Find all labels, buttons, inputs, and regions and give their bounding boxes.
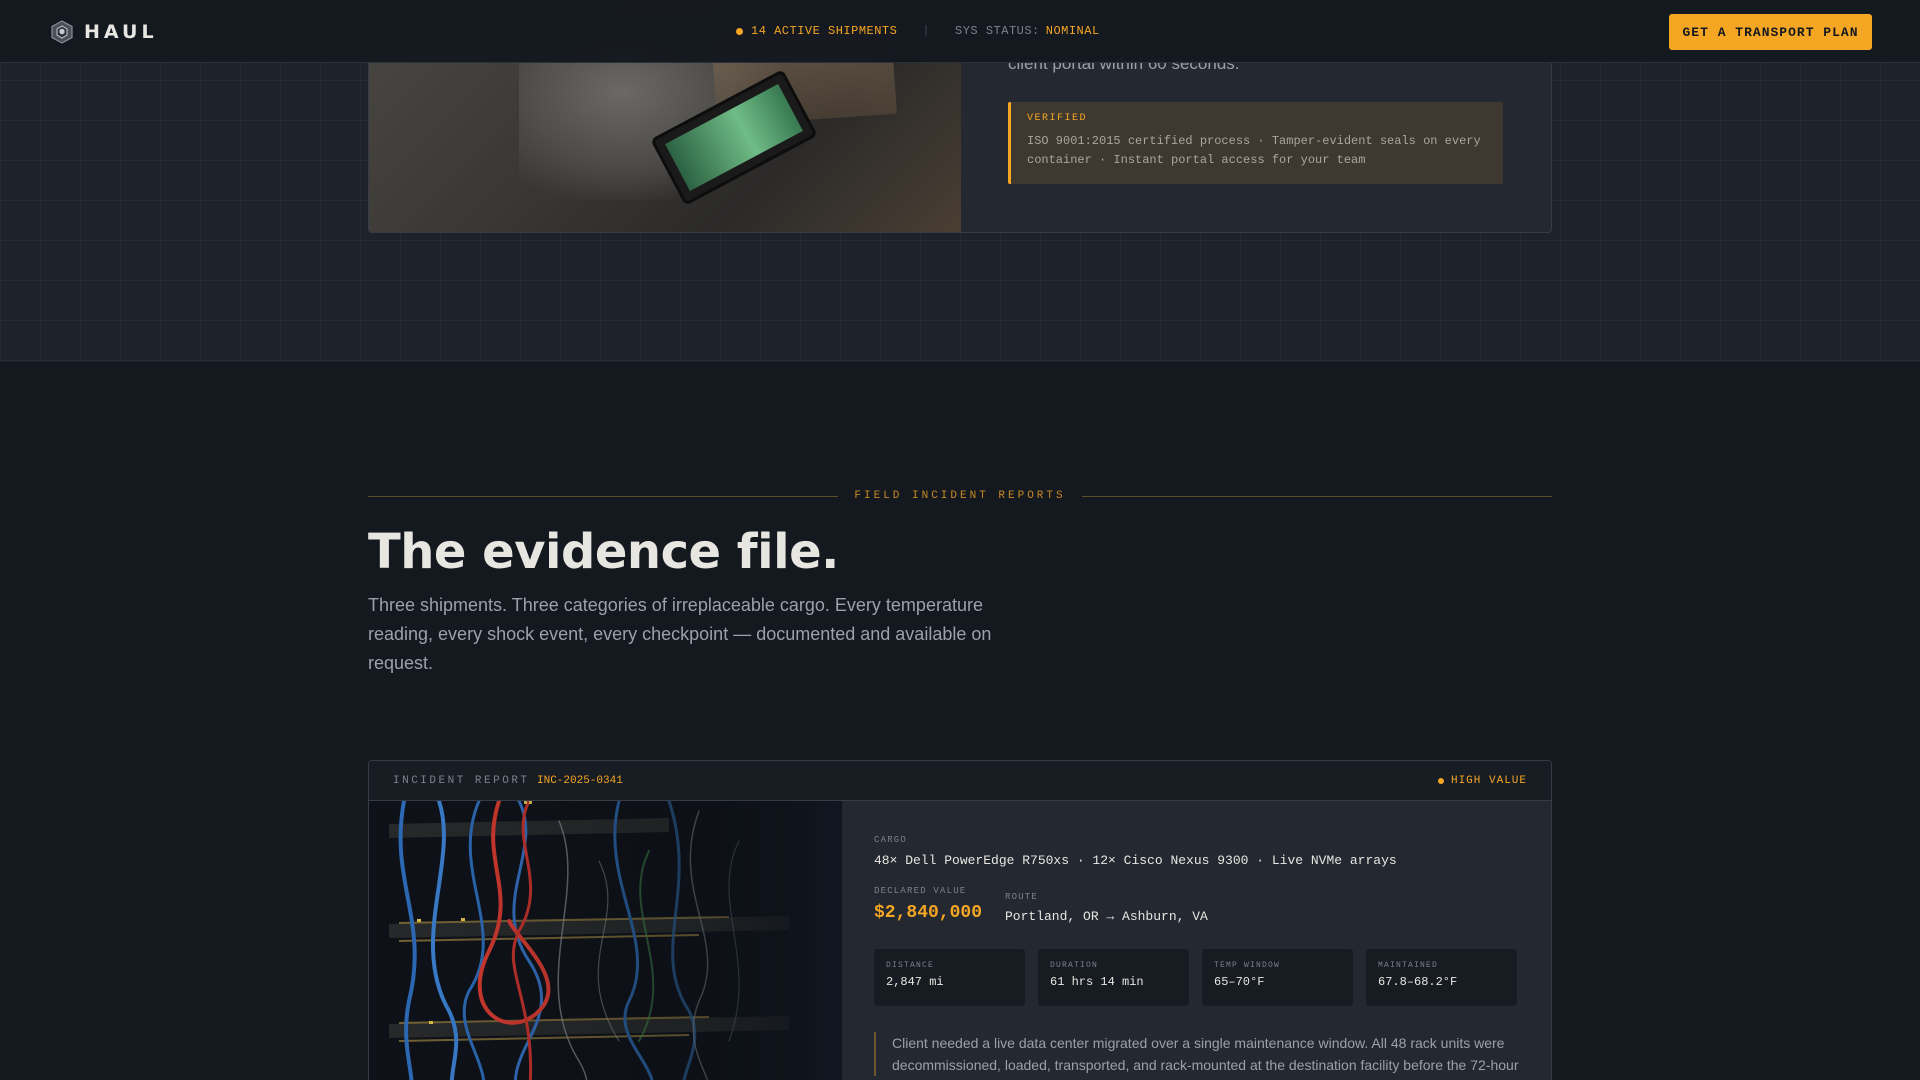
report-header: INCIDENT REPORT INC-2025-0341 HIGH VALUE [369, 761, 1551, 801]
stat-maintained: MAINTAINED 67.8–68.2°F [1366, 949, 1517, 1006]
brand-name: HAUL [84, 21, 158, 43]
stat-value: 2,847 mi [886, 975, 944, 989]
section-eyebrow: FIELD INCIDENT REPORTS [368, 490, 1553, 502]
route-label: ROUTE [1005, 892, 1039, 902]
hexagon-logo-icon [51, 20, 73, 44]
stat-label: TEMP WINDOW [1214, 961, 1281, 970]
stat-label: MAINTAINED [1378, 961, 1439, 970]
active-shipments-count: 14 ACTIVE SHIPMENTS [751, 24, 898, 38]
get-transport-plan-button[interactable]: GET A TRANSPORT PLAN [1669, 14, 1872, 50]
eyebrow-line-left [368, 495, 839, 497]
eyebrow-label: FIELD INCIDENT REPORTS [854, 490, 1066, 502]
status-bar: 14 ACTIVE SHIPMENTS | SYS STATUS: NOMINA… [736, 24, 1100, 38]
declared-value-label: DECLARED VALUE [874, 886, 967, 896]
top-nav: HAUL 14 ACTIVE SHIPMENTS | SYS STATUS: N… [0, 0, 1920, 63]
route-value: Portland, OR → Ashburn, VA [1005, 909, 1208, 924]
server-rack-cables-photo [369, 801, 842, 1080]
report-id: INC-2025-0341 [537, 775, 623, 787]
verified-text: ISO 9001:2015 certified process · Tamper… [1027, 134, 1481, 167]
cargo-value: 48× Dell PowerEdge R750xs · 12× Cisco Ne… [874, 853, 1397, 868]
evidence-section: FIELD INCIDENT REPORTS The evidence file… [0, 362, 1920, 1080]
sys-status-label: SYS STATUS: [955, 24, 1040, 38]
badge-label: HIGH VALUE [1450, 775, 1527, 787]
verified-callout: VERIFIED ISO 9001:2015 certified process… [1008, 102, 1503, 184]
stat-value: 67.8–68.2°F [1378, 975, 1458, 989]
report-label: INCIDENT REPORT [393, 775, 530, 787]
status-dot-icon [736, 27, 743, 35]
stat-value: 65–70°F [1214, 975, 1265, 989]
section-title: The evidence file. [368, 524, 839, 580]
stat-distance: DISTANCE 2,847 mi [874, 949, 1025, 1006]
stat-label: DURATION [1050, 961, 1099, 970]
stat-value: 61 hrs 14 min [1050, 975, 1144, 989]
status-divider: | [922, 24, 931, 38]
incident-report-card: INCIDENT REPORT INC-2025-0341 HIGH VALUE [368, 760, 1552, 1080]
sys-status-value: NOMINAL [1045, 24, 1100, 38]
verified-label: VERIFIED [1027, 113, 1088, 124]
brand-logo[interactable]: HAUL [50, 20, 158, 44]
stat-duration: DURATION 61 hrs 14 min [1038, 949, 1189, 1006]
section-description: Three shipments. Three categories of irr… [368, 595, 992, 673]
shipment-stats: DISTANCE 2,847 mi DURATION 61 hrs 14 min… [874, 949, 1517, 1006]
stat-label: DISTANCE [886, 961, 935, 970]
incident-summary-quote: Client needed a live data center migrate… [874, 1032, 1519, 1076]
badge-dot-icon [1437, 778, 1444, 784]
eyebrow-line-right [1081, 495, 1553, 497]
declared-value: $2,840,000 [874, 903, 983, 923]
stat-temp-window: TEMP WINDOW 65–70°F [1202, 949, 1353, 1006]
cargo-label: CARGO [874, 835, 908, 845]
high-value-badge: HIGH VALUE [1437, 775, 1527, 787]
